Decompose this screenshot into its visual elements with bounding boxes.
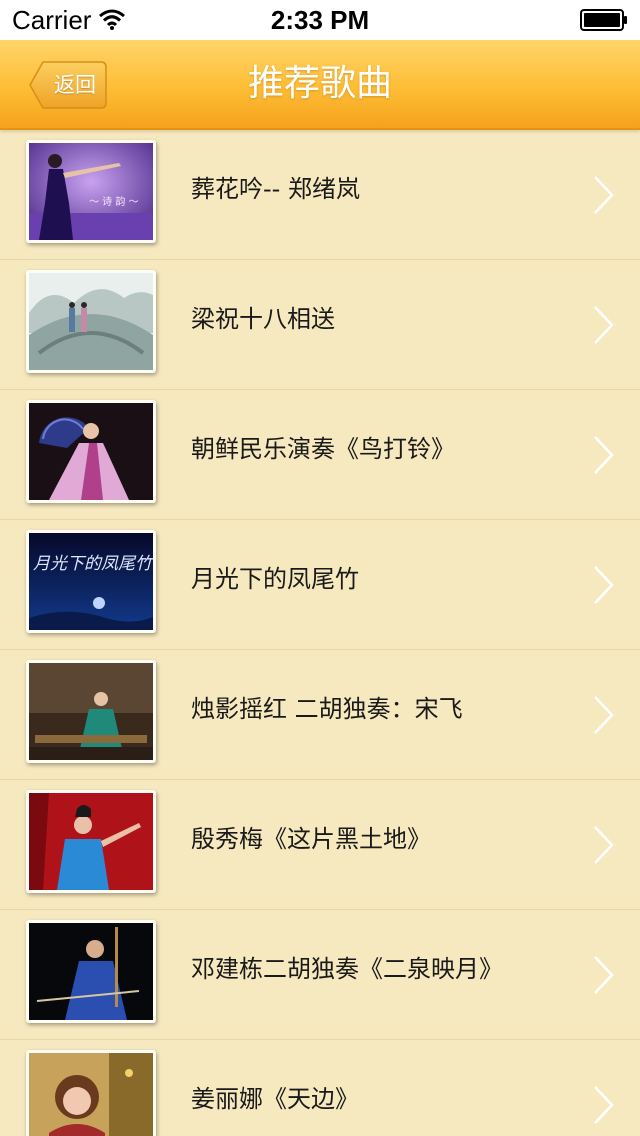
song-list-item[interactable]: 烛影摇红 二胡独奏：宋飞 — [0, 650, 640, 780]
chevron-right-icon — [594, 956, 614, 994]
song-list-item[interactable]: 邓建栋二胡独奏《二泉映月》 — [0, 910, 640, 1040]
song-list: ～ 诗 韵 ～ 葬花吟-- 郑绪岚 梁祝十八相送 朝鲜民乐演奏《鸟打铃》 月光下… — [0, 130, 640, 1136]
song-list-item[interactable]: 朝鲜民乐演奏《鸟打铃》 — [0, 390, 640, 520]
song-title: 烛影摇红 二胡独奏：宋飞 — [191, 695, 463, 723]
song-thumbnail — [26, 1050, 156, 1136]
chevron-right-icon — [594, 696, 614, 734]
song-list-item[interactable]: 梁祝十八相送 — [0, 260, 640, 390]
chevron-right-icon — [594, 566, 614, 604]
song-title: 月光下的凤尾竹 — [191, 565, 359, 593]
painted-landscape-bridge-thumbnail — [29, 273, 153, 370]
svg-text:～ 诗 韵 ～: ～ 诗 韵 ～ — [89, 195, 139, 208]
singer-red-curtain-thumbnail — [29, 793, 153, 890]
page-title: 推荐歌曲 — [247, 63, 392, 104]
song-list-item[interactable]: 殷秀梅《这片黑土地》 — [0, 780, 640, 910]
singer-on-stage-purple-thumbnail: ～ 诗 韵 ～ — [29, 143, 153, 240]
moonlit-night-calligraphy-thumbnail: 月光下的凤尾竹 — [29, 533, 153, 630]
chevron-right-icon — [594, 436, 614, 474]
navigation-bar: 返回 推荐歌曲 — [0, 40, 640, 130]
chevron-right-icon — [594, 826, 614, 864]
app-screen: Carrier 2:33 PM 返回 推荐歌曲 ～ 诗 韵 ～ 葬花吟-- 郑绪… — [0, 0, 640, 1136]
battery-icon — [580, 9, 627, 31]
song-thumbnail — [26, 790, 156, 893]
erhu-performer-stage-thumbnail — [29, 663, 153, 760]
erhu-player-blue-robe-thumbnail — [29, 923, 153, 1020]
song-title: 邓建栋二胡独奏《二泉映月》 — [191, 955, 503, 983]
song-title: 梁祝十八相送 — [191, 305, 335, 333]
song-thumbnail — [26, 270, 156, 373]
status-time: 2:33 PM — [270, 5, 370, 35]
song-list-item[interactable]: 月光下的凤尾竹 月光下的凤尾竹 — [0, 520, 640, 650]
song-title: 朝鲜民乐演奏《鸟打铃》 — [191, 435, 455, 463]
song-thumbnail — [26, 920, 156, 1023]
song-thumbnail: ～ 诗 韵 ～ — [26, 140, 156, 243]
song-thumbnail — [26, 400, 156, 503]
svg-text:月光下的凤尾竹: 月光下的凤尾竹 — [33, 554, 153, 574]
singer-portrait-thumbnail — [29, 1053, 153, 1136]
chevron-right-icon — [594, 176, 614, 214]
song-title: 葬花吟-- 郑绪岚 — [191, 175, 360, 203]
song-thumbnail — [26, 660, 156, 763]
fan-dancer-thumbnail — [29, 403, 153, 500]
chevron-right-icon — [594, 306, 614, 344]
chevron-right-icon — [594, 1086, 614, 1124]
status-bar: Carrier 2:33 PM — [0, 0, 640, 40]
song-thumbnail: 月光下的凤尾竹 — [26, 530, 156, 633]
song-list-item[interactable]: ～ 诗 韵 ～ 葬花吟-- 郑绪岚 — [0, 130, 640, 260]
song-list-item[interactable]: 姜丽娜《天边》 — [0, 1040, 640, 1136]
song-title: 姜丽娜《天边》 — [191, 1085, 359, 1113]
song-title: 殷秀梅《这片黑土地》 — [191, 825, 431, 853]
